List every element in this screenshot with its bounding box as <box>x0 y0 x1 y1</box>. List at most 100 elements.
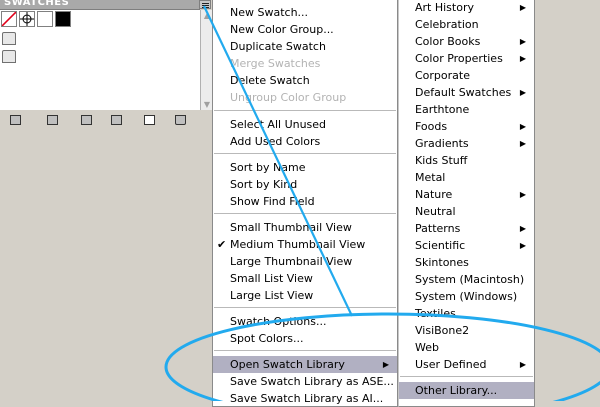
menu-item-add-used-colors[interactable]: Add Used Colors <box>213 133 397 150</box>
menu-item-show-find-field[interactable]: Show Find Field <box>213 193 397 210</box>
swatch-none[interactable] <box>1 11 17 27</box>
menu-item-spot-colors[interactable]: Spot Colors... <box>213 330 397 347</box>
submenu-arrow-icon: ▶ <box>519 224 526 233</box>
library-foods[interactable]: Foods ▶ <box>399 118 534 135</box>
menu-item-duplicate-swatch[interactable]: Duplicate Swatch <box>213 38 397 55</box>
menu-item-label: Select All Unused <box>230 118 327 131</box>
swatch-black[interactable] <box>55 11 71 27</box>
menu-item-small-thumbnail-view[interactable]: Small Thumbnail View <box>213 219 397 236</box>
menu-item-new-color-group[interactable]: New Color Group... <box>213 21 397 38</box>
menu-item-large-list-view[interactable]: Large List View <box>213 287 397 304</box>
library-kids-stuff[interactable]: Kids Stuff <box>399 152 534 169</box>
library-color-books[interactable]: Color Books ▶ <box>399 33 534 50</box>
menu-item-label: Spot Colors... <box>230 332 304 345</box>
swatch-library-submenu: Art History ▶ Celebration Color Books ▶ Co… <box>398 0 535 407</box>
menu-item-label: System (Macintosh) <box>415 273 525 286</box>
menu-item-swatch-options[interactable]: Swatch Options... <box>213 313 397 330</box>
submenu-arrow-icon: ▶ <box>519 3 526 12</box>
library-visibone2[interactable]: VisiBone2 <box>399 322 534 339</box>
menu-item-label: Save Swatch Library as AI... <box>230 392 384 405</box>
menu-item-label: Metal <box>415 171 446 184</box>
menu-item-label: Show Find Field <box>230 195 315 208</box>
menu-item-label: Delete Swatch <box>230 74 310 87</box>
library-celebration[interactable]: Celebration <box>399 16 534 33</box>
menu-separator <box>214 350 396 351</box>
library-user-defined[interactable]: User Defined ▶ <box>399 356 534 373</box>
swatch-library-icon[interactable] <box>10 115 21 125</box>
submenu-arrow-icon: ▶ <box>519 54 526 63</box>
menu-item-label: Small List View <box>230 272 313 285</box>
menu-item-label: Earthtone <box>415 103 470 116</box>
menu-item-sort-by-kind[interactable]: Sort by Kind <box>213 176 397 193</box>
swatch-white[interactable] <box>37 11 53 27</box>
folder-icon[interactable] <box>2 50 16 63</box>
menu-item-open-swatch-library[interactable]: Open Swatch Library ▶ <box>213 356 397 373</box>
menu-item-label: Sort by Kind <box>230 178 298 191</box>
menu-item-label: User Defined <box>415 358 487 371</box>
menu-item-select-all-unused[interactable]: Select All Unused <box>213 116 397 133</box>
new-color-group-icon[interactable] <box>111 115 122 125</box>
trash-icon[interactable] <box>175 115 186 125</box>
submenu-arrow-icon: ▶ <box>519 88 526 97</box>
menu-separator <box>214 153 396 154</box>
menu-item-delete-swatch[interactable]: Delete Swatch <box>213 72 397 89</box>
menu-item-label: Color Properties <box>415 52 503 65</box>
library-art-history[interactable]: Art History ▶ <box>399 0 534 16</box>
menu-item-label: Scientific <box>415 239 466 252</box>
menu-item-small-list-view[interactable]: Small List View <box>213 270 397 287</box>
menu-item-label: New Swatch... <box>230 6 309 19</box>
library-system-macintosh[interactable]: System (Macintosh) <box>399 271 534 288</box>
menu-item-label: Foods <box>415 120 448 133</box>
library-color-properties[interactable]: Color Properties ▶ <box>399 50 534 67</box>
panel-tab[interactable]: SWATCHES <box>0 0 200 10</box>
menu-item-label: Neutral <box>415 205 456 218</box>
menu-item-label: System (Windows) <box>415 290 518 303</box>
menu-separator <box>400 376 533 377</box>
library-nature[interactable]: Nature ▶ <box>399 186 534 203</box>
swatch-registration[interactable] <box>19 11 35 27</box>
menu-item-label: Corporate <box>415 69 470 82</box>
menu-item-label: Color Books <box>415 35 481 48</box>
menu-item-sort-by-name[interactable]: Sort by Name <box>213 159 397 176</box>
library-web[interactable]: Web <box>399 339 534 356</box>
library-neutral[interactable]: Neutral <box>399 203 534 220</box>
menu-item-label: VisiBone2 <box>415 324 470 337</box>
menu-item-label: Duplicate Swatch <box>230 40 326 53</box>
library-patterns[interactable]: Patterns ▶ <box>399 220 534 237</box>
menu-item-save-swatch-library-ase[interactable]: Save Swatch Library as ASE... <box>213 373 397 390</box>
menu-item-large-thumbnail-view[interactable]: Large Thumbnail View <box>213 253 397 270</box>
library-gradients[interactable]: Gradients ▶ <box>399 135 534 152</box>
library-skintones[interactable]: Skintones <box>399 254 534 271</box>
library-metal[interactable]: Metal <box>399 169 534 186</box>
library-textiles[interactable]: Textiles <box>399 305 534 322</box>
menu-item-label: Save Swatch Library as ASE... <box>230 375 394 388</box>
menu-item-label: Web <box>415 341 439 354</box>
menu-item-label: Textiles <box>415 307 456 320</box>
panel-menu-icon[interactable] <box>199 0 211 9</box>
menu-item-medium-thumbnail-view[interactable]: ✔ Medium Thumbnail View <box>213 236 397 253</box>
library-earthtone[interactable]: Earthtone <box>399 101 534 118</box>
menu-separator <box>214 307 396 308</box>
library-corporate[interactable]: Corporate <box>399 67 534 84</box>
checkmark-icon: ✔ <box>217 238 227 251</box>
library-default-swatches[interactable]: Default Swatches ▶ <box>399 84 534 101</box>
submenu-arrow-icon: ▶ <box>519 122 526 131</box>
folder-icon[interactable] <box>2 32 16 45</box>
library-other-library[interactable]: Other Library... <box>399 382 534 399</box>
swatch-options-icon[interactable] <box>81 115 92 125</box>
menu-separator <box>214 110 396 111</box>
menu-item-new-swatch[interactable]: New Swatch... <box>213 4 397 21</box>
submenu-arrow-icon: ▶ <box>519 139 526 148</box>
swatch-grid <box>0 10 201 110</box>
menu-item-save-swatch-library-ai[interactable]: Save Swatch Library as AI... <box>213 390 397 407</box>
menu-item-label: Merge Swatches <box>230 57 321 70</box>
menu-item-label: Celebration <box>415 18 479 31</box>
panel-tab-label: SWATCHES <box>4 0 70 8</box>
menu-item-label: Other Library... <box>415 384 498 397</box>
show-kinds-icon[interactable] <box>47 115 58 125</box>
library-scientific[interactable]: Scientific ▶ <box>399 237 534 254</box>
new-swatch-icon[interactable] <box>144 115 155 125</box>
menu-item-label: Kids Stuff <box>415 154 468 167</box>
swatches-panel: SWATCHES ▲ ▼ <box>0 0 213 140</box>
library-system-windows[interactable]: System (Windows) <box>399 288 534 305</box>
